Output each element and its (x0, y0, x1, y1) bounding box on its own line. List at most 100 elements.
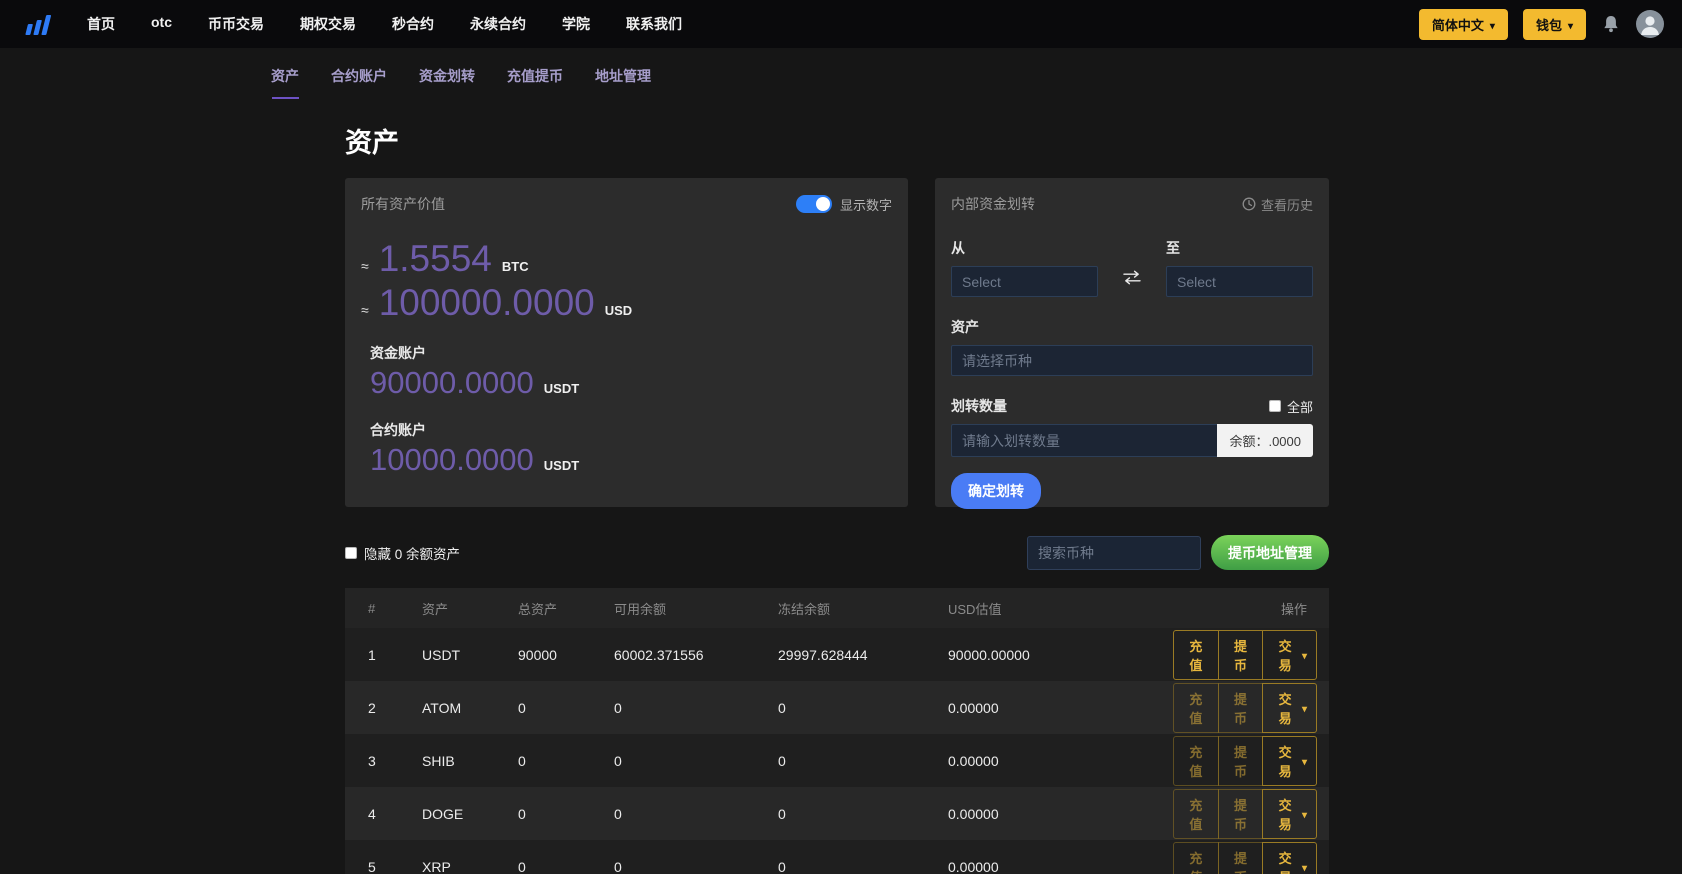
checkbox[interactable] (1268, 400, 1281, 412)
chevron-down-icon (1302, 859, 1307, 874)
nav-item-otc[interactable]: otc (151, 14, 172, 34)
row-index: 4 (368, 805, 376, 822)
chevron-down-icon (1490, 17, 1495, 32)
from-label: 从 (951, 240, 965, 256)
withdraw-button[interactable]: 提币 (1217, 841, 1264, 874)
table-row-xrp: 5 XRP 0 0 0 0.00000 充值 提币 交易 (345, 840, 1329, 874)
total-balance: 0 (518, 699, 526, 716)
nav-item-academy[interactable]: 学院 (562, 14, 590, 34)
trade-dropdown-button[interactable]: 交易 (1262, 735, 1317, 786)
wallet-tabbar: 资产 合约账户 资金划转 充值提币 地址管理 (0, 48, 1682, 99)
usd-valuation: 0.00000 (948, 858, 999, 874)
transfer-card-title: 内部资金划转 (951, 196, 1035, 212)
balance-addon: 余额：.0000 (1217, 424, 1313, 457)
nav-item-spot-trade[interactable]: 币币交易 (208, 14, 264, 34)
trade-dropdown-button[interactable]: 交易 (1262, 788, 1317, 839)
trade-dropdown-button[interactable]: 交易 (1262, 682, 1317, 733)
chevron-down-icon (1302, 700, 1307, 715)
person-icon (1641, 16, 1659, 35)
user-avatar[interactable] (1636, 10, 1664, 38)
toggle-switch[interactable] (795, 195, 832, 213)
notification-bell-icon[interactable] (1601, 14, 1621, 34)
table-header: # 资产 总资产 可用余额 冻结余额 USD估值 操作 (345, 588, 1329, 628)
approx-symbol: ≈ (361, 302, 369, 318)
total-balance: 0 (518, 858, 526, 874)
contract-account-unit: USDT (543, 458, 580, 473)
transfer-amount-input[interactable] (951, 424, 1218, 457)
swap-direction-icon[interactable] (1121, 270, 1143, 297)
frozen-balance: 0 (778, 752, 786, 769)
withdraw-button[interactable]: 提币 (1217, 682, 1264, 733)
contract-account-value: 10000.0000 (370, 442, 534, 477)
nav-item-home[interactable]: 首页 (87, 14, 115, 34)
main-content: 资产 所有资产价值 显示数字 ≈ 1.5554 BTC ≈ 100000.000… (345, 121, 1329, 874)
to-label: 至 (1166, 240, 1180, 256)
nav-item-perpetual-contract[interactable]: 永续合约 (470, 14, 526, 34)
tab-assets[interactable]: 资产 (271, 66, 299, 99)
total-balance: 90000 (518, 646, 557, 663)
page-title: 资产 (345, 128, 399, 158)
table-row-usdt: 1 USDT 90000 60002.371556 29997.628444 9… (345, 628, 1329, 681)
from-select[interactable] (951, 266, 1098, 297)
available-balance: 0 (614, 752, 622, 769)
frozen-balance: 0 (778, 858, 786, 874)
topbar: 首页 otc 币币交易 期权交易 秒合约 永续合约 学院 联系我们 简体中文 钱… (0, 0, 1682, 48)
view-history-link[interactable]: 查看历史 (1242, 195, 1313, 214)
nav-item-options-trade[interactable]: 期权交易 (300, 14, 356, 34)
nav-item-contact-us[interactable]: 联系我们 (626, 14, 682, 34)
deposit-button[interactable]: 充值 (1173, 788, 1219, 839)
transfer-all-checkbox[interactable]: 全部 (1268, 397, 1313, 416)
amount-label: 划转数量 (951, 398, 1007, 414)
deposit-button[interactable]: 充值 (1173, 629, 1219, 680)
deposit-button[interactable]: 充值 (1173, 735, 1219, 786)
asset-select-input[interactable] (951, 345, 1313, 376)
assets-toolbar: 隐藏 0 余额资产 提币地址管理 (345, 535, 1329, 570)
hide-zero-balance-checkbox[interactable]: 隐藏 0 余额资产 (345, 543, 460, 563)
chevron-down-icon (1302, 806, 1307, 821)
asset-name: SHIB (422, 752, 455, 769)
confirm-transfer-button[interactable]: 确定划转 (951, 473, 1041, 509)
tab-fund-transfer[interactable]: 资金划转 (419, 66, 475, 99)
to-select[interactable] (1166, 266, 1313, 297)
tab-deposit-withdraw[interactable]: 充值提币 (507, 66, 563, 99)
deposit-button[interactable]: 充值 (1173, 841, 1219, 874)
brand-logo-icon[interactable] (25, 13, 52, 35)
trade-dropdown-button[interactable]: 交易 (1262, 841, 1317, 874)
withdraw-address-management-button[interactable]: 提币地址管理 (1211, 535, 1329, 570)
withdraw-button[interactable]: 提币 (1217, 629, 1264, 680)
tab-contract-account[interactable]: 合约账户 (331, 66, 387, 99)
frozen-balance: 29997.628444 (778, 646, 868, 663)
nav-item-second-contract[interactable]: 秒合约 (392, 14, 434, 34)
usd-valuation: 0.00000 (948, 752, 999, 769)
usd-total-value: 100000.0000 (378, 282, 595, 323)
topbar-right: 简体中文 钱包 (1418, 8, 1664, 40)
wallet-dropdown-button[interactable]: 钱包 (1522, 8, 1586, 40)
chevron-down-icon (1568, 17, 1573, 32)
available-balance: 0 (614, 699, 622, 716)
row-index: 5 (368, 858, 376, 874)
tab-address-management[interactable]: 地址管理 (595, 66, 651, 99)
usd-valuation: 90000.00000 (948, 646, 1030, 663)
contract-account-block: 合约账户 10000.0000 USDT (370, 422, 580, 477)
search-coin-input[interactable] (1027, 535, 1201, 570)
chevron-down-icon (1302, 647, 1307, 662)
funding-account-block: 资金账户 90000.0000 USDT (370, 345, 580, 400)
chevron-down-icon (1302, 753, 1307, 768)
withdraw-button[interactable]: 提币 (1217, 788, 1264, 839)
deposit-button[interactable]: 充值 (1173, 682, 1219, 733)
clock-icon (1242, 197, 1256, 211)
asset-label: 资产 (951, 319, 979, 335)
btc-total-value: 1.5554 (378, 238, 492, 279)
trade-dropdown-button[interactable]: 交易 (1262, 629, 1317, 680)
withdraw-button[interactable]: 提币 (1217, 735, 1264, 786)
language-dropdown-button[interactable]: 简体中文 (1418, 8, 1508, 40)
asset-name: DOGE (422, 805, 464, 822)
frozen-balance: 0 (778, 699, 786, 716)
row-index: 2 (368, 699, 376, 716)
show-numbers-toggle[interactable]: 显示数字 (795, 195, 892, 214)
approx-symbol: ≈ (361, 258, 369, 274)
row-index: 3 (368, 752, 376, 769)
table-row-atom: 2 ATOM 0 0 0 0.00000 充值 提币 交易 (345, 681, 1329, 734)
checkbox[interactable] (345, 546, 357, 559)
internal-transfer-card: 内部资金划转 查看历史 从 Select 至 Select 资产 请选择币种 划… (935, 178, 1329, 509)
